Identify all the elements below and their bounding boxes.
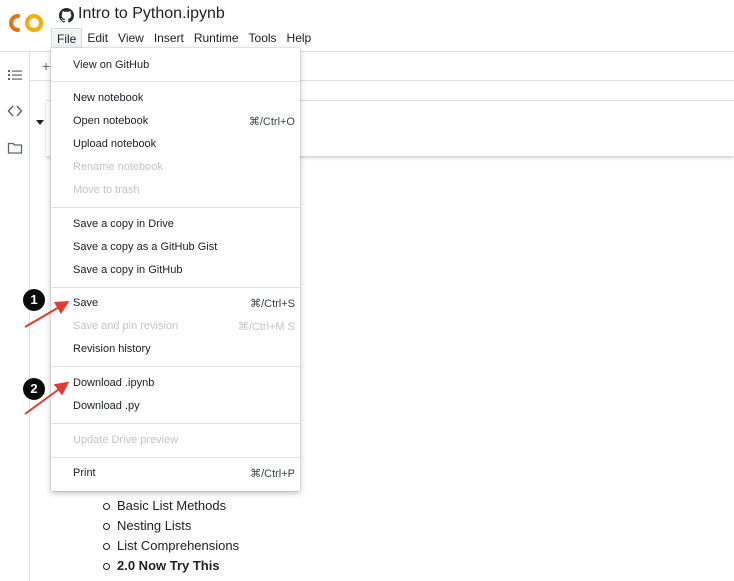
- menu-view[interactable]: View: [113, 28, 149, 48]
- list-item: List Comprehensions: [103, 536, 239, 556]
- menu-file[interactable]: File: [51, 28, 83, 48]
- menu-insert[interactable]: Insert: [149, 28, 189, 48]
- menu-download-ipynb[interactable]: Download .ipynb: [73, 377, 154, 389]
- list-item: Nesting Lists: [103, 516, 239, 536]
- menu-download-py[interactable]: Download .py: [73, 400, 140, 412]
- menu-edit[interactable]: Edit: [82, 28, 113, 48]
- menu-save-and-pin: Save and pin revision: [73, 320, 179, 332]
- menu-bar: File Edit View Insert Runtime Tools Help: [51, 28, 316, 48]
- menu-separator: [51, 423, 300, 424]
- callout-badge-2: 2: [23, 378, 45, 400]
- menu-tools[interactable]: Tools: [244, 28, 282, 48]
- github-icon: [59, 8, 74, 23]
- menu-open-notebook[interactable]: Open notebook: [73, 115, 148, 127]
- menu-print[interactable]: Print: [73, 467, 96, 479]
- menu-save-copy-gist[interactable]: Save a copy as a GitHub Gist: [73, 241, 217, 253]
- menu-view-on-github[interactable]: View on GitHub: [73, 59, 149, 71]
- menu-separator: [51, 457, 300, 458]
- list-item: Basic List Methods: [103, 496, 239, 516]
- menu-save-copy-github[interactable]: Save a copy in GitHub: [73, 264, 182, 276]
- files-folder-icon[interactable]: [7, 140, 23, 156]
- collapse-chevron-icon[interactable]: [36, 120, 44, 125]
- print-shortcut: ⌘/Ctrl+P: [250, 468, 295, 480]
- menu-runtime[interactable]: Runtime: [189, 28, 244, 48]
- menu-upload-notebook[interactable]: Upload notebook: [73, 138, 156, 150]
- file-menu-dropdown: View on GitHub New notebook Open noteboo…: [51, 48, 300, 491]
- menu-move-to-trash: Move to trash: [73, 184, 140, 196]
- menu-new-notebook[interactable]: New notebook: [73, 92, 143, 104]
- menu-separator: [51, 207, 300, 208]
- menu-separator: [51, 366, 300, 367]
- colab-logo[interactable]: [9, 12, 45, 34]
- save-pin-shortcut: ⌘/Ctrl+M S: [237, 321, 295, 333]
- menu-save[interactable]: Save: [73, 297, 98, 309]
- list-item: 2.0 Now Try This: [103, 556, 239, 576]
- menu-save-copy-drive[interactable]: Save a copy in Drive: [73, 218, 174, 230]
- open-notebook-shortcut: ⌘/Ctrl+O: [248, 116, 295, 128]
- menu-revision-history[interactable]: Revision history: [73, 343, 151, 355]
- menu-separator: [51, 81, 300, 82]
- table-of-contents-icon[interactable]: [7, 67, 23, 83]
- notebook-title[interactable]: Intro to Python.ipynb: [78, 5, 225, 23]
- add-cell-button[interactable]: +: [42, 58, 50, 74]
- sidebar-divider: [29, 52, 30, 581]
- callout-badge-1: 1: [23, 289, 45, 311]
- menu-help[interactable]: Help: [282, 28, 317, 48]
- code-snippets-icon[interactable]: [7, 103, 23, 119]
- save-shortcut: ⌘/Ctrl+S: [250, 298, 295, 310]
- menu-rename-notebook: Rename notebook: [73, 161, 163, 173]
- menu-update-drive-preview: Update Drive preview: [73, 434, 179, 446]
- menu-separator: [51, 287, 300, 288]
- content-list: Basic List Methods Nesting Lists List Co…: [103, 496, 239, 576]
